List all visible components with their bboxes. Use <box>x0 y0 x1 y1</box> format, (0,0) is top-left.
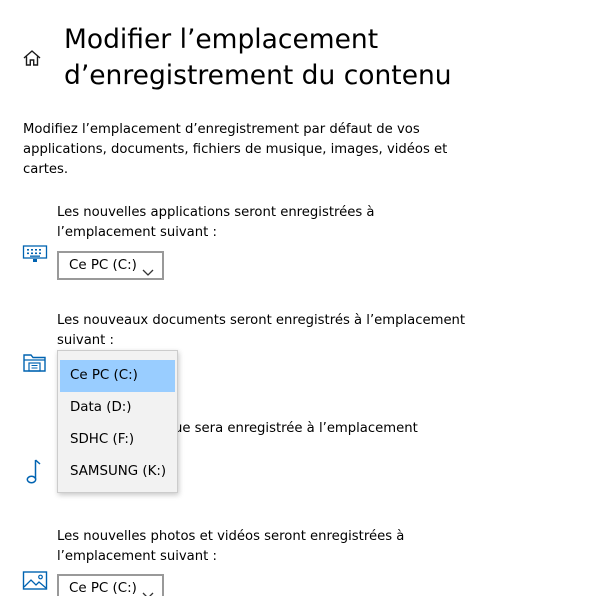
music-label-fragment: ue sera enregistrée à l’emplacement <box>174 421 418 436</box>
documents-label: Les nouveaux documents seront enregistré… <box>57 313 466 348</box>
apps-location-value: Ce PC (C:) <box>69 258 137 273</box>
chevron-down-icon <box>142 584 154 596</box>
settings-page: Modifier l’emplacement d’enregistrement … <box>0 0 598 596</box>
dropdown-option-k[interactable]: SAMSUNG (K:) <box>60 456 175 488</box>
page-title: Modifier l’emplacement d’enregistrement … <box>64 24 452 91</box>
dropdown-option-d[interactable]: Data (D:) <box>60 392 175 424</box>
apps-label: Les nouvelles applications seront enregi… <box>57 205 375 240</box>
chevron-down-icon <box>142 261 154 276</box>
photos-label: Les nouvelles photos et vidéos seront en… <box>57 529 405 564</box>
keyboard-icon <box>22 244 48 268</box>
music-note-icon <box>24 458 50 484</box>
picture-icon <box>22 570 48 594</box>
folder-icon <box>22 351 48 375</box>
home-icon[interactable] <box>22 48 42 68</box>
photos-location-select[interactable]: Ce PC (C:) <box>57 574 164 596</box>
page-description: Modifiez l’emplacement d’enregistrement … <box>23 122 448 177</box>
dropdown-option-c[interactable]: Ce PC (C:) <box>60 360 175 392</box>
photos-location-value: Ce PC (C:) <box>69 581 137 596</box>
apps-location-select[interactable]: Ce PC (C:) <box>57 251 164 280</box>
dropdown-option-f[interactable]: SDHC (F:) <box>60 424 175 456</box>
documents-location-dropdown[interactable]: Ce PC (C:) Data (D:) SDHC (F:) SAMSUNG (… <box>57 350 178 493</box>
